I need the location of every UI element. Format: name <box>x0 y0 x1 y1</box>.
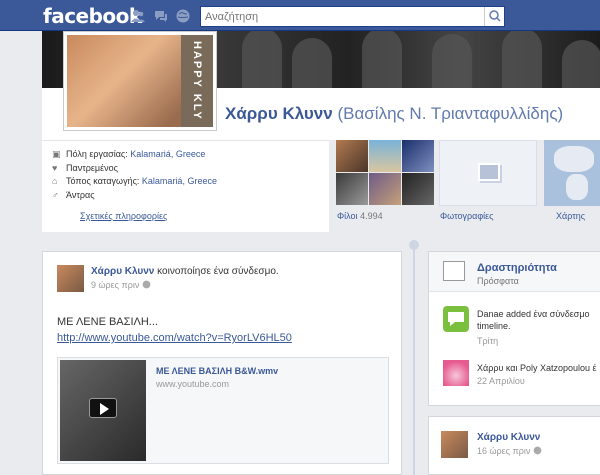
info-work-link[interactable]: Kalamariá, Greece <box>130 149 205 159</box>
profile-name-alternate: (Βασίλης Ν. Τριανταφυλλίδης) <box>337 104 564 123</box>
timeline-spine <box>413 240 415 475</box>
post-time-text[interactable]: 16 ώρες πριν <box>477 446 530 456</box>
activity-item-text: Χάρρυ και Poly Xatzopoulou έ <box>477 363 597 373</box>
profile-photo: HAPPY KLY <box>67 35 213 127</box>
activity-title[interactable]: Δραστηριότητα <box>477 262 557 274</box>
activity-item[interactable]: Χάρρυ και Poly Xatzopoulou έ 22 Απριλίου <box>443 360 600 400</box>
map-tile[interactable] <box>544 140 600 206</box>
info-relationship: ♥ Παντρεμένος <box>52 163 118 173</box>
attachment-title[interactable]: ΜΕ ΛΕΝΕ ΒΑΣΙΛΗ B&W.wmv <box>156 366 278 376</box>
photos-label[interactable]: Φωτογραφίες <box>440 211 494 221</box>
photos-tile[interactable] <box>439 140 537 206</box>
about-link[interactable]: Σχετικές πληροφορίες <box>80 211 167 221</box>
friends-label[interactable]: Φίλοι <box>337 211 358 221</box>
info-hometown-label: Τόπος καταγωγής: <box>66 176 140 186</box>
briefcase-icon: ▣ <box>52 149 61 159</box>
info-hometown-link[interactable]: Kalamariá, Greece <box>142 176 217 186</box>
timeline-post: Χάρρυ Κλυνν κοινοποίησε ένα σύνδεσμο. 9 … <box>42 251 402 475</box>
photos-icon <box>478 163 500 181</box>
activity-icon <box>443 261 465 281</box>
post-timestamp[interactable]: 16 ώρες πριν <box>477 446 542 456</box>
info-work-label: Πόλη εργασίας: <box>66 149 128 159</box>
male-icon: ♂ <box>52 190 59 200</box>
activity-header: Δραστηριότητα Πρόσφατα <box>429 252 600 292</box>
play-icon[interactable] <box>89 398 117 418</box>
friends-tile-label[interactable]: Φίλοι 4.994 <box>337 211 383 221</box>
home-icon: ⌂ <box>52 176 58 186</box>
top-bar: facebook <box>0 0 600 31</box>
profile-info-panel: ▣ Πόλη εργασίας: Kalamariá, Greece ♥ Παν… <box>42 140 329 232</box>
profile-name-primary[interactable]: Χάρρυ Κλυνν <box>225 104 333 123</box>
info-gender-value: Άντρας <box>66 190 95 200</box>
messages-icon[interactable] <box>154 9 168 23</box>
post-author-name[interactable]: Χάρρυ Κλυνν <box>91 266 154 277</box>
activity-item-time[interactable]: Τρίτη <box>477 336 498 346</box>
search-input[interactable] <box>201 7 481 26</box>
facebook-logo[interactable]: facebook <box>43 4 142 28</box>
speech-bubble-icon <box>443 306 469 332</box>
post-time-text[interactable]: 9 ώρες πριν <box>91 280 139 290</box>
link-attachment[interactable]: ΜΕ ΛΕΝΕ ΒΑΣΙΛΗ B&W.wmv www.youtube.com <box>57 357 389 464</box>
profile-picture[interactable]: HAPPY KLY <box>63 31 217 131</box>
info-relationship-value: Παντρεμένος <box>66 163 118 173</box>
post-action-text: κοινοποίησε ένα σύνδεσμο. <box>157 266 279 277</box>
heart-icon: ♥ <box>52 163 58 173</box>
activity-item-time[interactable]: 22 Απριλίου <box>477 376 525 386</box>
activity-subtitle: Πρόσφατα <box>477 276 519 286</box>
post-timestamp[interactable]: 9 ώρες πριν <box>91 280 151 290</box>
post-url-link[interactable]: http://www.youtube.com/watch?v=RyorLV6HL… <box>57 332 292 344</box>
info-hometown: ⌂ Τόπος καταγωγής: Kalamariá, Greece <box>52 176 217 186</box>
attachment-domain: www.youtube.com <box>156 379 230 389</box>
post-author-avatar[interactable] <box>441 431 468 458</box>
search-box[interactable] <box>200 6 505 27</box>
activity-item[interactable]: Danae added ένα σύνδεσμο timeline. Τρίτη <box>443 306 600 354</box>
post-header: Χάρρυ Κλυνν κοινοποίησε ένα σύνδεσμο. <box>91 266 279 277</box>
globe-icon <box>142 280 151 290</box>
search-icon[interactable] <box>484 7 504 26</box>
post-author-avatar[interactable] <box>57 265 84 292</box>
friends-grid[interactable] <box>336 140 434 206</box>
post-author-name[interactable]: Χάρρυ Κλυνν <box>477 432 540 443</box>
timeline-post: Χάρρυ Κλυνν 16 ώρες πριν <box>428 416 600 475</box>
friend-avatar[interactable] <box>443 360 469 386</box>
video-thumbnail[interactable] <box>60 360 146 461</box>
profile-pic-band-text: HAPPY KLY <box>181 35 213 127</box>
post-message: ΜΕ ΛΕΝΕ ΒΑΣΙΛΗ... <box>57 316 158 328</box>
activity-item-text: Danae added ένα σύνδεσμο timeline. <box>477 309 590 331</box>
timeline-dot <box>409 240 419 250</box>
map-label[interactable]: Χάρτης <box>556 211 585 221</box>
info-work: ▣ Πόλη εργασίας: Kalamariá, Greece <box>52 149 205 159</box>
profile-name[interactable]: Χάρρυ Κλυνν (Βασίλης Ν. Τριανταφυλλίδης) <box>225 104 563 124</box>
friend-requests-icon[interactable] <box>131 9 145 23</box>
globe-icon <box>533 446 542 456</box>
notifications-icon[interactable] <box>176 9 190 23</box>
info-gender: ♂ Άντρας <box>52 190 95 200</box>
friends-count: 4.994 <box>360 211 383 221</box>
activity-box: Δραστηριότητα Πρόσφατα Danae added ένα σ… <box>428 251 600 406</box>
